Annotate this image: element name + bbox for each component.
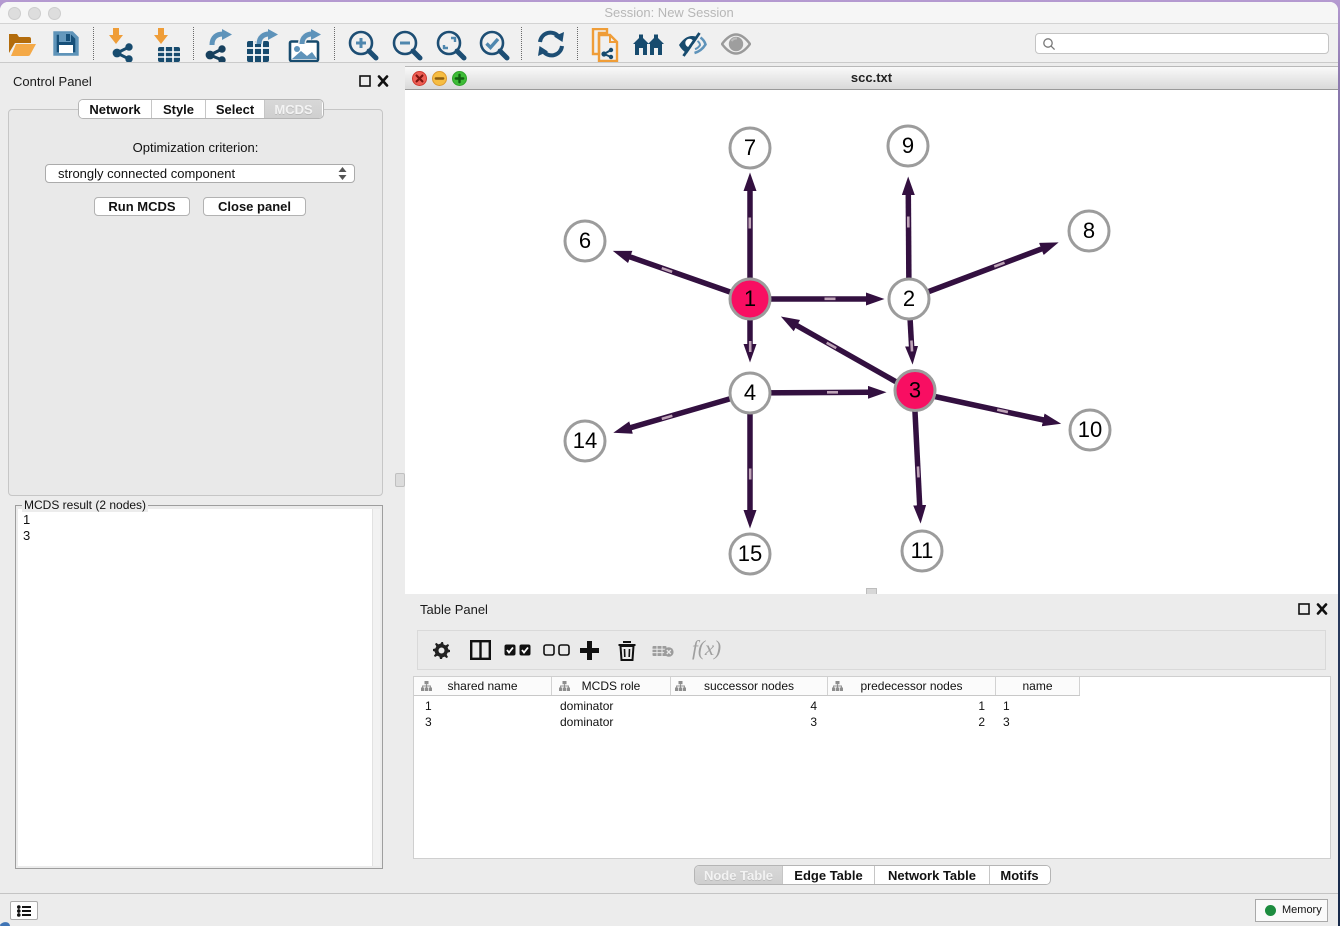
svg-text:7: 7: [744, 135, 756, 160]
svg-text:1: 1: [744, 286, 756, 311]
svg-text:3: 3: [909, 378, 921, 403]
svg-text:9: 9: [902, 133, 914, 158]
svg-text:14: 14: [573, 428, 597, 453]
svg-text:2: 2: [903, 286, 915, 311]
svg-text:4: 4: [744, 380, 756, 405]
svg-text:8: 8: [1083, 218, 1095, 243]
svg-text:11: 11: [911, 538, 934, 563]
svg-text:6: 6: [579, 228, 591, 253]
svg-text:10: 10: [1078, 417, 1102, 442]
svg-text:15: 15: [738, 541, 762, 566]
